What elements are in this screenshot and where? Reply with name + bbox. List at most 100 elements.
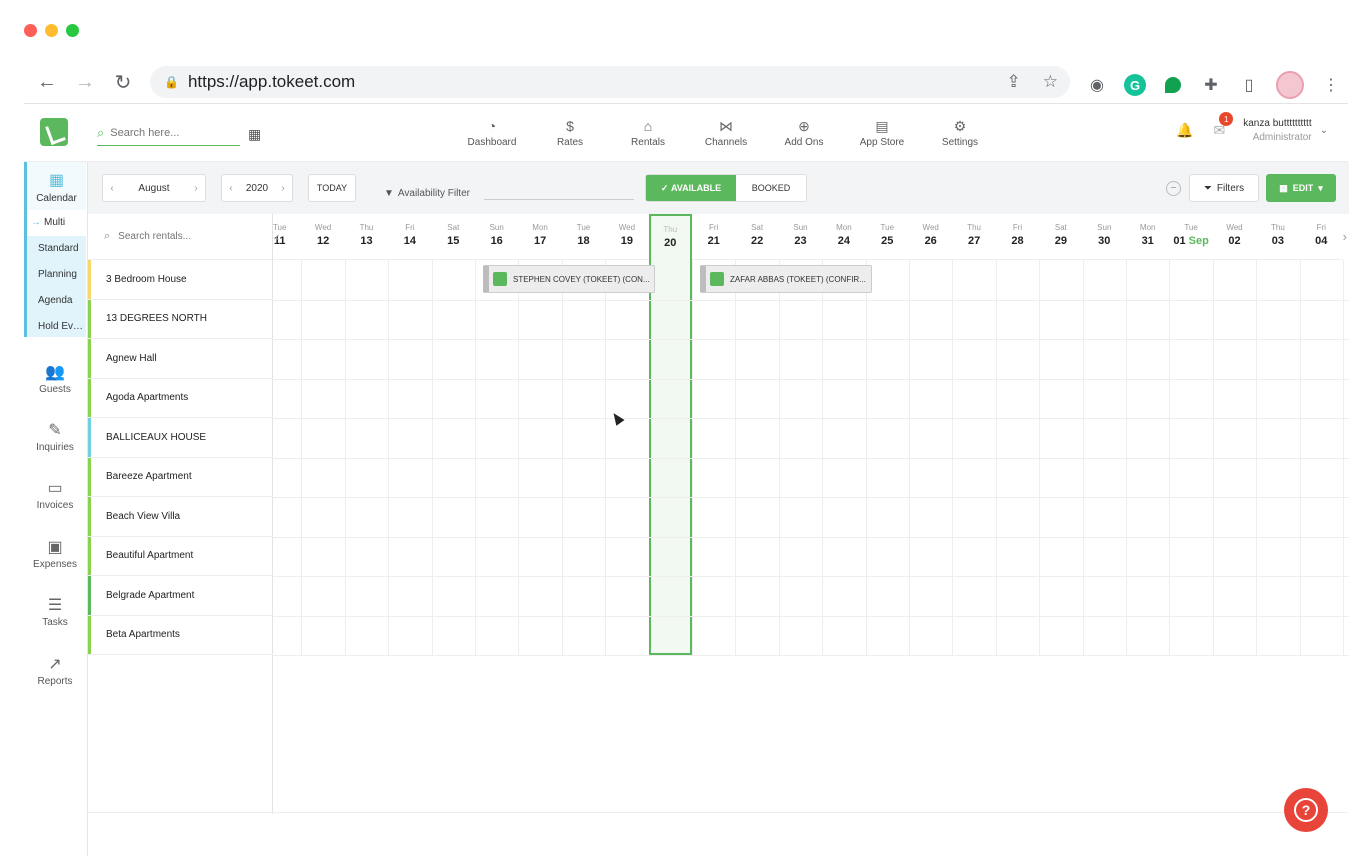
help-button[interactable]: ? [1284,788,1328,832]
available-button[interactable]: ✓ AVAILABLE [646,175,736,201]
sidebar-item-invoices[interactable]: ▭ Invoices [24,478,86,511]
sidebar-item-expenses[interactable]: ▣ Expenses [24,537,86,570]
chevron-left-icon[interactable]: ‹ [103,183,121,194]
nav-add-ons[interactable]: ⊕ Add Ons [765,118,843,148]
scroll-left-icon[interactable]: ‹ [275,229,279,244]
day-header[interactable]: Tue 18 [561,214,606,260]
day-header[interactable]: Fri 28 [995,214,1040,260]
nav-rentals[interactable]: ⌂ Rentals [609,118,687,148]
month-value[interactable]: August [121,183,187,194]
user-menu[interactable]: kanza butttttttttt Administrator [1243,118,1311,143]
nav-rates[interactable]: $ Rates [531,118,609,148]
submenu-standard[interactable]: Standard [27,236,86,262]
rental-row[interactable]: BALLICEAUX HOUSE [88,418,273,458]
camera-icon[interactable]: ◉ [1086,74,1108,96]
day-header[interactable]: Wed 02 [1212,214,1257,260]
nav-channels[interactable]: ⋈ Channels [687,118,765,148]
nav-app-store[interactable]: ▤ App Store [843,118,921,148]
availability-filter[interactable]: ▼ Availability Filter [384,188,470,199]
day-header[interactable]: Thu 27 [952,214,996,260]
booked-button[interactable]: BOOKED [736,175,806,201]
url-text[interactable]: https://app.tokeet.com [188,72,355,92]
availability-filter-input[interactable] [484,199,634,200]
sidepanel-icon[interactable]: ▯ [1238,74,1260,96]
rental-row[interactable]: Agnew Hall [88,339,273,379]
scroll-right-icon[interactable]: › [1343,229,1347,244]
chevron-right-icon[interactable]: › [187,183,205,194]
day-header[interactable]: Sat 15 [431,214,475,260]
sidebar-item-inquiries[interactable]: ✎ Inquiries [24,420,86,453]
today-button[interactable]: TODAY [308,174,356,202]
day-header[interactable]: Fri 21 [692,214,736,260]
chevron-down-icon[interactable]: ⌄ [1320,125,1328,136]
rental-row[interactable]: Bareeze Apartment [88,457,273,497]
close-window-button[interactable] [24,24,37,37]
booking-bar[interactable]: STEPHEN COVEY (TOKEET) (CON... [483,265,655,293]
day-header[interactable]: Wed 19 [605,214,649,260]
day-header[interactable]: Fri 04 [1299,214,1343,260]
submenu-agenda[interactable]: Agenda [27,288,86,314]
edit-button[interactable]: ▦ EDIT ▾ [1266,174,1336,202]
day-header[interactable]: Tue 01 Sep [1169,214,1213,260]
share-icon[interactable]: ⇪ [1007,72,1021,92]
nav-dashboard[interactable]: ◔ Dashboard [453,118,531,148]
bookmark-star-icon[interactable]: ☆ [1043,72,1058,92]
day-header[interactable]: Thu 13 [344,214,389,260]
green-extension-icon[interactable] [1162,74,1184,96]
booking-bar[interactable]: ZAFAR ABBAS (TOKEET) (CONFIR... [700,265,872,293]
day-header[interactable]: Sat 29 [1039,214,1083,260]
day-header[interactable]: Wed 26 [909,214,953,260]
reload-icon[interactable]: ↻ [111,70,135,94]
day-header[interactable]: Sun 30 [1082,214,1126,260]
rental-row[interactable]: 13 DEGREES NORTH [88,299,273,339]
back-arrow-icon[interactable]: ← [35,70,59,94]
sidebar-item-guests[interactable]: 👥 Guests [24,362,86,395]
zoom-out-icon[interactable]: − [1166,181,1181,196]
building-icon[interactable]: ▦ [248,126,261,143]
grammarly-icon[interactable]: G [1124,74,1146,96]
day-header[interactable]: Sun 16 [475,214,519,260]
day-header[interactable]: Fri 14 [388,214,432,260]
chevron-right-icon[interactable]: › [274,183,292,194]
sidebar-item-tasks[interactable]: ☰ Tasks [24,595,86,628]
submenu-multi[interactable]: → Multi [27,210,86,236]
rental-row[interactable]: Beta Apartments [88,615,273,655]
address-bar[interactable]: 🔒 https://app.tokeet.com ⇪ ☆ [150,66,1070,98]
minimize-window-button[interactable] [45,24,58,37]
forward-arrow-icon[interactable]: → [73,70,97,94]
rental-search-input[interactable] [118,231,259,242]
filters-button[interactable]: ⏷ Filters [1189,174,1259,202]
more-vert-icon[interactable]: ⋮ [1320,74,1342,96]
sidebar-item-reports[interactable]: ↗ Reports [24,654,86,687]
today-column[interactable]: Thu 20 [648,214,692,655]
nav-settings[interactable]: ⚙ Settings [921,118,999,148]
tokeet-logo[interactable] [40,118,68,146]
sidebar-item-calendar[interactable]: ▦ Calendar [24,162,86,210]
day-header[interactable]: Wed 12 [301,214,345,260]
day-header[interactable]: Tue 25 [865,214,909,260]
rental-row[interactable]: Beautiful Apartment [88,536,273,576]
day-header[interactable]: Mon 24 [822,214,866,260]
day-header[interactable]: Sun 23 [778,214,823,260]
grid-row-line [273,299,1349,301]
puzzle-icon[interactable]: ✚ [1200,74,1222,96]
top-navigation: ◔ Dashboard $ Rates ⌂ Rentals ⋈ Channels ⊕ Ad… [453,118,999,148]
profile-avatar-icon[interactable] [1276,71,1304,99]
sidebar-item-label: Reports [37,676,73,687]
submenu-hold-events[interactable]: Hold Eve... [27,314,86,340]
day-header[interactable]: Mon 31 [1126,214,1170,260]
maximize-window-button[interactable] [66,24,79,37]
mail-icon[interactable]: ✉ 1 [1214,112,1234,139]
day-header[interactable]: Mon 17 [518,214,562,260]
global-search-input[interactable] [110,126,221,139]
chevron-left-icon[interactable]: ‹ [222,183,240,194]
rental-row[interactable]: Agoda Apartments [88,378,273,418]
day-header[interactable]: Sat 22 [735,214,779,260]
submenu-planning[interactable]: Planning [27,262,86,288]
bell-icon[interactable]: 🔔 [1176,122,1193,139]
year-value[interactable]: 2020 [240,183,274,194]
rental-row[interactable]: Beach View Villa [88,497,273,537]
rental-row[interactable]: 3 Bedroom House [88,260,273,300]
rental-row[interactable]: Belgrade Apartment [88,576,273,616]
day-header[interactable]: Thu 03 [1256,214,1300,260]
